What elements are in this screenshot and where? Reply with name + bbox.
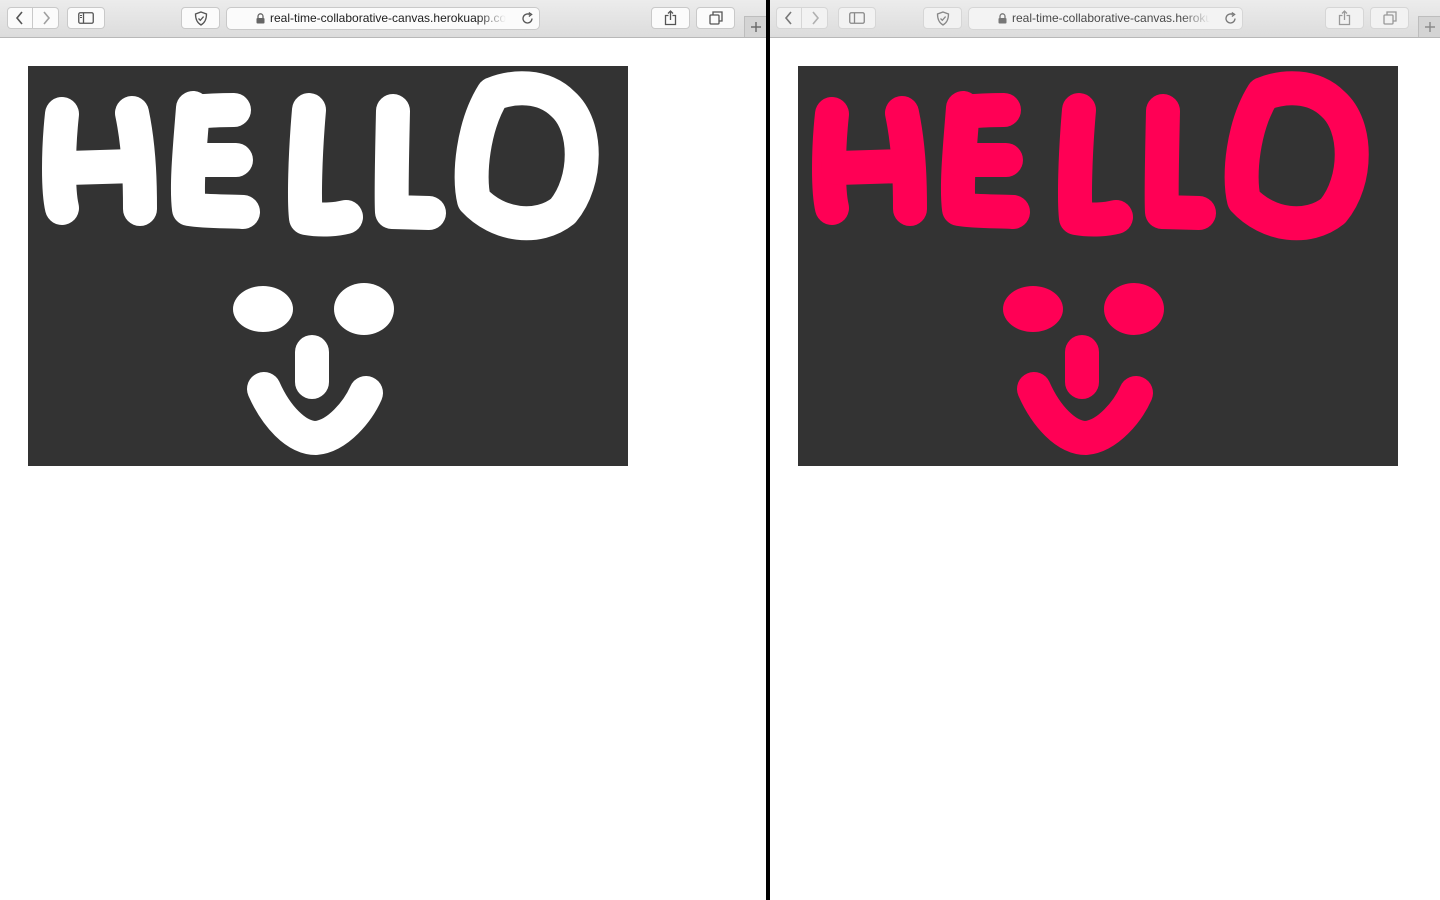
address-bar[interactable]: real-time-collaborative-canvas.herokuapp…	[968, 7, 1243, 30]
chevron-left-icon	[15, 11, 23, 25]
stroke-letter-e	[946, 93, 1021, 129]
plus-icon	[751, 22, 761, 32]
shield-icon	[936, 10, 949, 26]
browser-toolbar: real-time-collaborative-canvas.herokuapp…	[0, 0, 766, 38]
url-text: real-time-collaborative-canvas.herokuapp…	[270, 11, 506, 25]
address-bar[interactable]: real-time-collaborative-canvas.herokuapp…	[226, 7, 540, 30]
nav-buttons	[7, 7, 59, 29]
chevron-right-icon	[811, 11, 819, 25]
stroke-letter-h	[821, 149, 921, 185]
browser-window-right: real-time-collaborative-canvas.herokuapp…	[770, 0, 1440, 900]
shield-icon	[194, 10, 207, 26]
forward-button[interactable]	[33, 7, 59, 29]
new-tab-button[interactable]	[1418, 16, 1440, 37]
sidebar-button[interactable]	[67, 7, 105, 29]
stroke-letter-h	[51, 149, 151, 185]
tabs-overview-icon	[708, 11, 723, 25]
share-icon	[1338, 10, 1351, 26]
share-button[interactable]	[1325, 7, 1364, 29]
back-button[interactable]	[776, 7, 802, 29]
new-tab-button[interactable]	[744, 16, 766, 37]
stroke-right-eye	[334, 283, 394, 335]
tab-overview-button[interactable]	[696, 7, 735, 29]
chevron-right-icon	[42, 11, 50, 25]
url-text: real-time-collaborative-canvas.herokuapp…	[1012, 11, 1210, 25]
sidebar-button[interactable]	[838, 7, 876, 29]
sidebar-icon	[78, 12, 94, 24]
drawing-canvas[interactable]	[798, 66, 1398, 466]
tabs-overview-icon	[1382, 11, 1397, 25]
back-button[interactable]	[7, 7, 33, 29]
plus-icon	[1425, 22, 1435, 32]
browser-toolbar: real-time-collaborative-canvas.herokuapp…	[770, 0, 1440, 38]
drawing-canvas[interactable]	[28, 66, 628, 466]
share-icon	[664, 10, 677, 26]
lock-icon	[998, 13, 1007, 24]
browser-window-left: real-time-collaborative-canvas.herokuapp…	[0, 0, 766, 900]
stroke-right-eye	[1104, 283, 1164, 335]
privacy-report-button[interactable]	[181, 7, 220, 29]
stroke-left-eye	[233, 286, 293, 332]
share-button[interactable]	[651, 7, 690, 29]
stroke-letter-e	[176, 93, 251, 129]
tab-overview-button[interactable]	[1370, 7, 1409, 29]
reload-icon[interactable]	[1224, 12, 1237, 25]
nav-buttons	[776, 7, 828, 29]
reload-icon[interactable]	[521, 12, 534, 25]
chevron-left-icon	[784, 11, 792, 25]
sidebar-icon	[849, 12, 865, 24]
stroke-left-eye	[1003, 286, 1063, 332]
privacy-report-button[interactable]	[923, 7, 962, 29]
lock-icon	[256, 13, 265, 24]
forward-button[interactable]	[802, 7, 828, 29]
